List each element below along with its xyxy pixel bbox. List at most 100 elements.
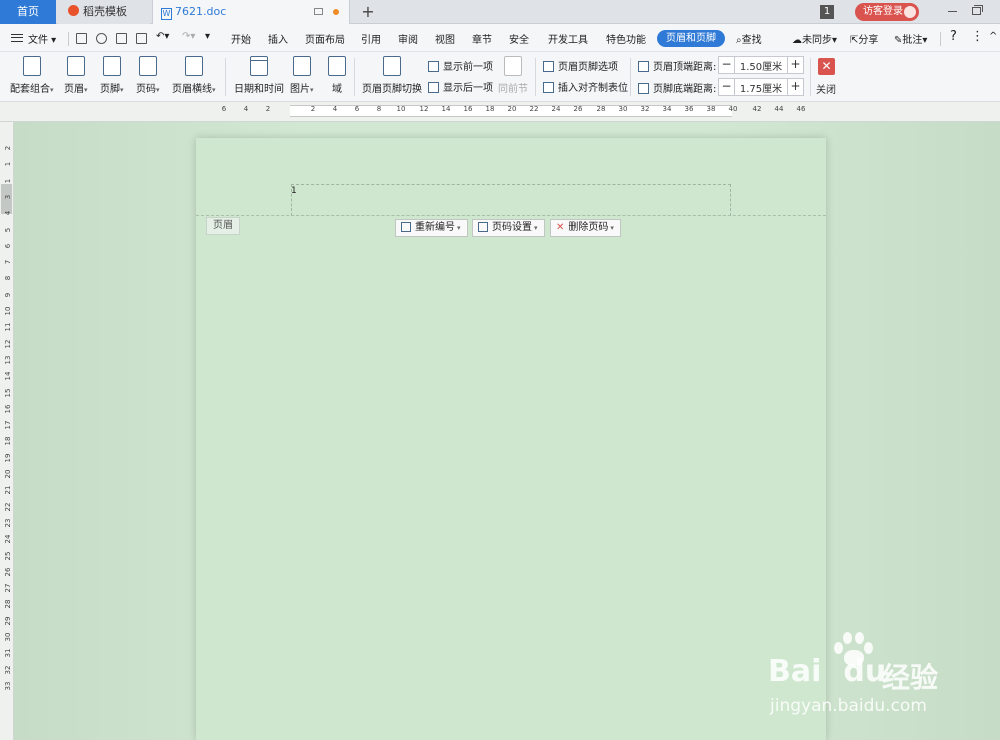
menu-reference[interactable]: 引用 [361,31,381,46]
share-button[interactable]: ⇱分享 [850,31,878,46]
align-tab-icon [543,82,554,93]
login-button[interactable]: 访客登录 [855,3,919,21]
ruler-tick-label: 11 [4,322,12,332]
hf-options-button[interactable]: 页眉页脚选项 [543,58,618,73]
minimize-icon[interactable] [948,11,957,12]
save-icon[interactable] [76,33,87,44]
ruler-tick-label: 1 [4,178,12,183]
footer-distance-decrease[interactable]: − [719,79,735,95]
format-painter-icon[interactable] [96,33,107,44]
comment-button[interactable]: ✎批注▾ [894,31,927,46]
ruler-tick-label: 30 [4,632,12,642]
header-page-number[interactable]: 1 [291,186,297,196]
footer-label: 页脚 [100,84,120,95]
close-icon[interactable]: ✕ [818,58,835,75]
menu-review[interactable]: 审阅 [398,31,418,46]
show-prev-label: 显示前一项 [443,62,493,73]
picture-button[interactable]: 图片▾ [290,56,314,95]
file-menu[interactable]: 文件 ▾ [28,31,56,46]
vertical-ruler[interactable]: 2 1 1 3 4 5 6 7 8 9 10 11 12 13 14 15 16 17 18 19 20 21 22 23 24… [0,122,14,740]
ruler-tick-label: 16 [463,105,473,113]
search-button[interactable]: ⌕查找 [736,31,762,46]
header-line-button[interactable]: 页眉横线▾ [172,56,216,95]
delete-page-number-label: 删除页码 [568,222,609,233]
menu-view[interactable]: 视图 [435,31,455,46]
footer-distance-increase[interactable]: + [787,79,803,95]
menu-page-layout[interactable]: 页面布局 [305,31,345,46]
tab-home[interactable]: 首页 [0,0,56,24]
search-label: 查找 [741,35,762,46]
print-icon[interactable] [116,33,127,44]
show-next-button[interactable]: 显示后一项 [428,79,493,94]
header-button[interactable]: 页眉▾ [64,56,88,95]
comment-label: 批注 [902,35,923,46]
header-distance-value[interactable]: 1.50厘米 [737,58,785,73]
ruler-tick-label: 27 [4,583,12,593]
help-icon[interactable]: ? [950,29,957,44]
hf-options-icon [543,61,554,72]
restore-icon[interactable] [972,5,983,15]
header-footer-switch-button[interactable]: 页眉页脚切换 [362,56,422,95]
tab-template[interactable]: 稻壳模板 [58,0,150,24]
header-distance-increase[interactable]: + [787,57,803,73]
new-tab-button[interactable]: + [358,0,378,24]
window-count-badge[interactable]: 1 [820,5,834,19]
unsaved-dot-icon [333,9,339,15]
datetime-button[interactable]: 日期和时间 [234,56,284,95]
ruler-tick-label: 10 [4,306,12,316]
combo-label: 配套组合 [10,84,50,95]
sync-button[interactable]: ☁未同步▾ [792,31,837,46]
menu-start[interactable]: 开始 [231,31,251,46]
more-options-icon[interactable]: ⋮ [971,29,984,44]
ruler-tick-label: 7 [4,259,12,265]
monitor-icon[interactable] [314,8,323,15]
undo-icon[interactable]: ↶▾ [156,31,169,42]
page-number-settings-button[interactable]: 页码设置 ▾ [472,219,545,237]
ruler-tick-label: 16 [4,404,12,414]
show-next-icon [428,82,439,93]
document-page[interactable]: 1 页眉 重新编号 ▾ 页码设置 ▾ ✕ 删除页码 ▾ [196,138,826,740]
header-edit-area[interactable] [291,184,731,216]
field-button[interactable]: 域 [328,56,346,95]
ruler-tick-label: 4 [332,105,338,113]
horizontal-ruler[interactable]: 6 4 2 2 4 6 8 10 12 14 16 18 20 22 24 26 28 30 32 34 36 38 40 4… [0,102,1000,122]
menu-bar: 文件 ▾ ↶▾ ↷▾ ▾ 开始 插入 页面布局 引用 审阅 视图 章节 安全 开… [0,24,1000,52]
menu-special-features[interactable]: 特色功能 [606,31,646,46]
combo-button[interactable]: 配套组合▾ [10,56,54,95]
ruler-tick-label: 29 [4,616,12,626]
menu-header-footer[interactable]: 页眉和页脚 [657,30,725,47]
hamburger-icon[interactable] [11,34,23,42]
menu-security[interactable]: 安全 [509,31,529,46]
ruler-tick-label: 8 [4,276,12,281]
ruler-tick-label: 21 [4,485,12,495]
close-header-footer-button[interactable]: 关闭 [816,81,836,96]
footer-distance-value[interactable]: 1.75厘米 [737,80,785,95]
ruler-tick-label: 24 [4,534,12,544]
tab-template-label: 稻壳模板 [83,5,127,18]
delete-page-number-button[interactable]: ✕ 删除页码 ▾ [550,219,621,237]
ruler-tick-label: 22 [4,502,12,512]
ruler-tick-label: 44 [774,105,784,113]
menu-insert[interactable]: 插入 [268,31,288,46]
collapse-ribbon-icon[interactable]: ^ [989,31,997,42]
ruler-tick-label: 20 [4,469,12,479]
redo-icon[interactable]: ↷▾ [182,31,195,42]
footer-button[interactable]: 页脚▾ [100,56,124,95]
hf-options-label: 页眉页脚选项 [558,62,618,73]
footer-distance-label: 页脚底端距离: [638,80,716,95]
ruler-tick-label: 38 [706,105,716,113]
same-as-prev-button[interactable]: 同前节 [498,56,528,95]
show-prev-button[interactable]: 显示前一项 [428,58,493,73]
header-distance-decrease[interactable]: − [719,57,735,73]
align-tab-button[interactable]: 插入对齐制表位 [543,79,628,94]
tab-document[interactable]: W 7621.doc [152,0,350,24]
page-number-settings-icon [478,222,488,232]
menu-developer[interactable]: 开发工具 [548,31,588,46]
header-line-icon [184,56,203,76]
menu-chapter[interactable]: 章节 [472,31,492,46]
print-preview-icon[interactable] [136,33,147,44]
quick-access-more-icon[interactable]: ▾ [205,31,210,42]
word-doc-icon: W [161,8,172,20]
page-number-button[interactable]: 页码▾ [136,56,160,95]
renumber-button[interactable]: 重新编号 ▾ [395,219,468,237]
